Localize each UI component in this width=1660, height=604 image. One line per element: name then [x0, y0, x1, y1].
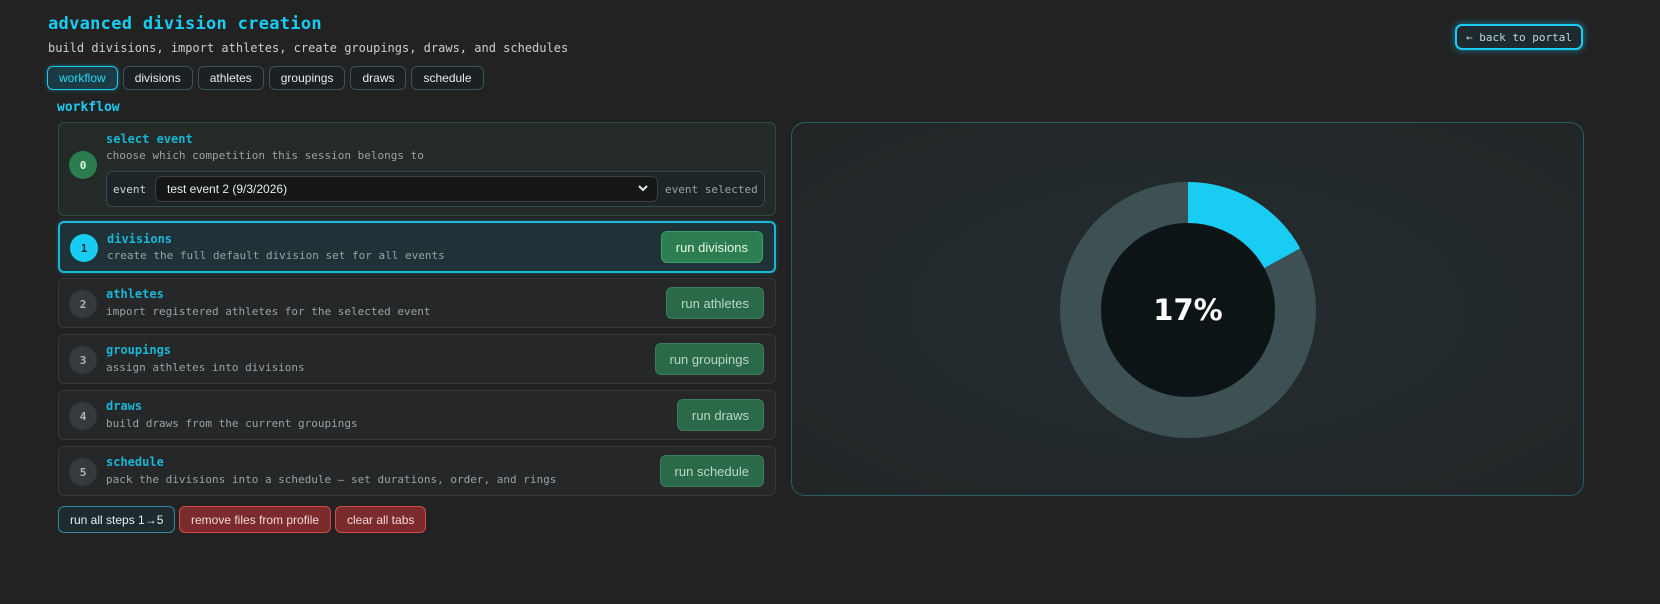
event-dropdown-value: test event 2 (9/3/2026) [167, 182, 288, 196]
tab-workflow[interactable]: workflow [47, 66, 118, 90]
run-draws-button[interactable]: run draws [676, 399, 764, 431]
page-subtitle: build divisions, import athletes, create… [48, 41, 569, 55]
run-groupings-button[interactable]: run groupings [654, 343, 764, 375]
tab-bar: workflow divisions athletes groupings dr… [47, 66, 484, 90]
step-number: 3 [69, 346, 97, 374]
step-title: schedule [106, 455, 164, 469]
step-description: build draws from the current groupings [106, 417, 358, 430]
step-card-athletes: 2 athletes import registered athletes fo… [58, 278, 776, 328]
progress-donut: 17% [1060, 182, 1316, 438]
step-description: pack the divisions into a schedule — set… [106, 473, 557, 486]
step-description: create the full default division set for… [107, 249, 445, 262]
back-to-portal-button[interactable]: ← back to portal [1455, 24, 1583, 50]
step-description: assign athletes into divisions [106, 361, 305, 374]
run-athletes-button[interactable]: run athletes [666, 287, 764, 319]
step-number: 2 [69, 290, 97, 318]
event-status: event selected [665, 183, 758, 196]
step-number: 1 [70, 234, 98, 262]
tab-divisions[interactable]: divisions [122, 66, 193, 90]
page-header: advanced division creation build divisio… [48, 14, 568, 55]
step-title: draws [106, 399, 143, 413]
progress-panel: 17% [791, 122, 1584, 496]
step-title: athletes [106, 287, 164, 301]
step-description: choose which competition this session be… [106, 149, 424, 162]
page-title: advanced division creation [48, 14, 322, 34]
step-description: import registered athletes for the selec… [106, 305, 431, 318]
clear-all-tabs-button[interactable]: clear all tabs [335, 506, 427, 533]
step-number: 5 [69, 458, 97, 486]
tab-draws[interactable]: draws [350, 66, 407, 90]
progress-percent-label: 17% [1153, 293, 1222, 327]
remove-files-button[interactable]: remove files from profile [179, 506, 332, 533]
step-title: divisions [107, 232, 173, 246]
step-number: 4 [69, 402, 97, 430]
event-select-row: event test event 2 (9/3/2026) event sele… [106, 171, 765, 207]
chevron-down-icon [638, 185, 648, 192]
tab-groupings[interactable]: groupings [268, 66, 346, 90]
section-title: workflow [57, 100, 120, 115]
run-all-steps-button[interactable]: run all steps 1→5 [58, 506, 176, 533]
event-dropdown[interactable]: test event 2 (9/3/2026) [155, 176, 658, 202]
step-card-groupings: 3 groupings assign athletes into divisio… [58, 334, 776, 384]
step-number: 0 [69, 151, 97, 179]
run-divisions-button[interactable]: run divisions [660, 231, 763, 263]
tab-athletes[interactable]: athletes [197, 66, 264, 90]
step-title: select event [106, 132, 193, 146]
tab-schedule[interactable]: schedule [411, 66, 484, 90]
step-card-select-event: 0 select event choose which competition … [58, 122, 776, 216]
event-label: event [113, 183, 147, 196]
step-title: groupings [106, 343, 172, 357]
step-card-divisions: 1 divisions create the full default divi… [58, 221, 776, 273]
step-card-schedule: 5 schedule pack the divisions into a sch… [58, 446, 776, 496]
run-schedule-button[interactable]: run schedule [659, 455, 764, 487]
step-card-draws: 4 draws build draws from the current gro… [58, 390, 776, 440]
